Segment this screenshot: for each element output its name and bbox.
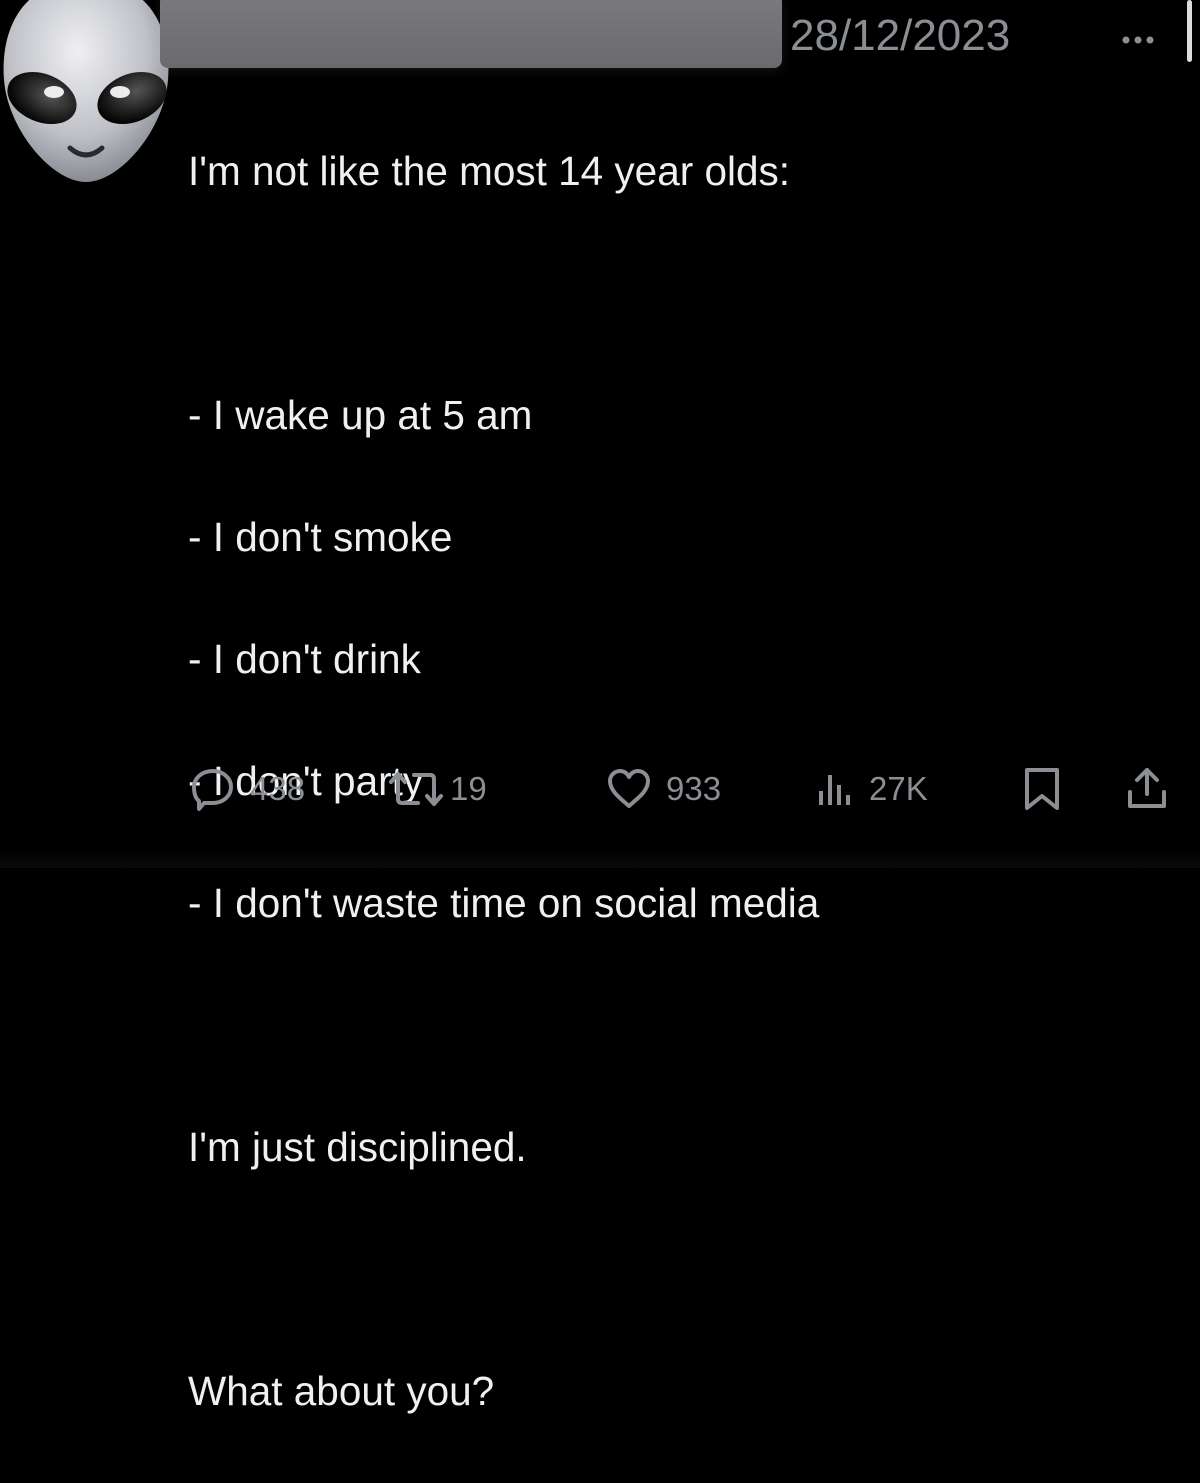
repost-button[interactable]: 19 [388,755,487,823]
repost-icon [389,772,443,806]
share-icon [1128,768,1166,808]
bookmark-icon [1025,768,1059,810]
avatar[interactable] [0,0,172,190]
post-text-line [188,263,1148,324]
like-count: 933 [666,770,722,807]
reply-icon [192,769,233,811]
views-count: 27K [869,770,928,807]
post-text-line: - I wake up at 5 am [188,392,533,438]
action-bar: 438 19 933 27K [0,755,1200,825]
scrollbar[interactable] [1187,0,1192,62]
post-text-line: - I don't waste time on social media [188,880,820,926]
post-text-line: - I don't drink [188,636,421,682]
post-text-line: - I don't smoke [188,514,453,560]
share-button[interactable] [1124,755,1170,823]
post-text-line [188,995,1148,1056]
post-card: 28/12/2023 I'm not like the most 14 year… [0,0,1200,1414]
more-options-button[interactable] [1116,18,1162,52]
post-text-line: What about you? [188,1368,495,1414]
alien-avatar-icon [3,0,169,182]
post-text-line: I'm just disciplined. [188,1124,527,1170]
more-dots-icon [1122,36,1154,44]
views-button[interactable]: 27K [815,755,928,823]
repost-count: 19 [450,770,487,807]
reply-count: 438 [250,770,306,807]
redacted-username [160,0,782,68]
like-button[interactable]: 933 [606,755,721,823]
views-chart-icon [819,775,850,805]
post-text-line: I'm not like the most 14 year olds: [188,148,791,194]
post-text-line [188,1239,1148,1300]
bottom-edge [0,852,1200,868]
post-timestamp[interactable]: 28/12/2023 [790,10,1010,62]
bookmark-button[interactable] [1022,755,1062,823]
heart-icon [608,769,650,808]
reply-button[interactable]: 438 [190,755,305,823]
